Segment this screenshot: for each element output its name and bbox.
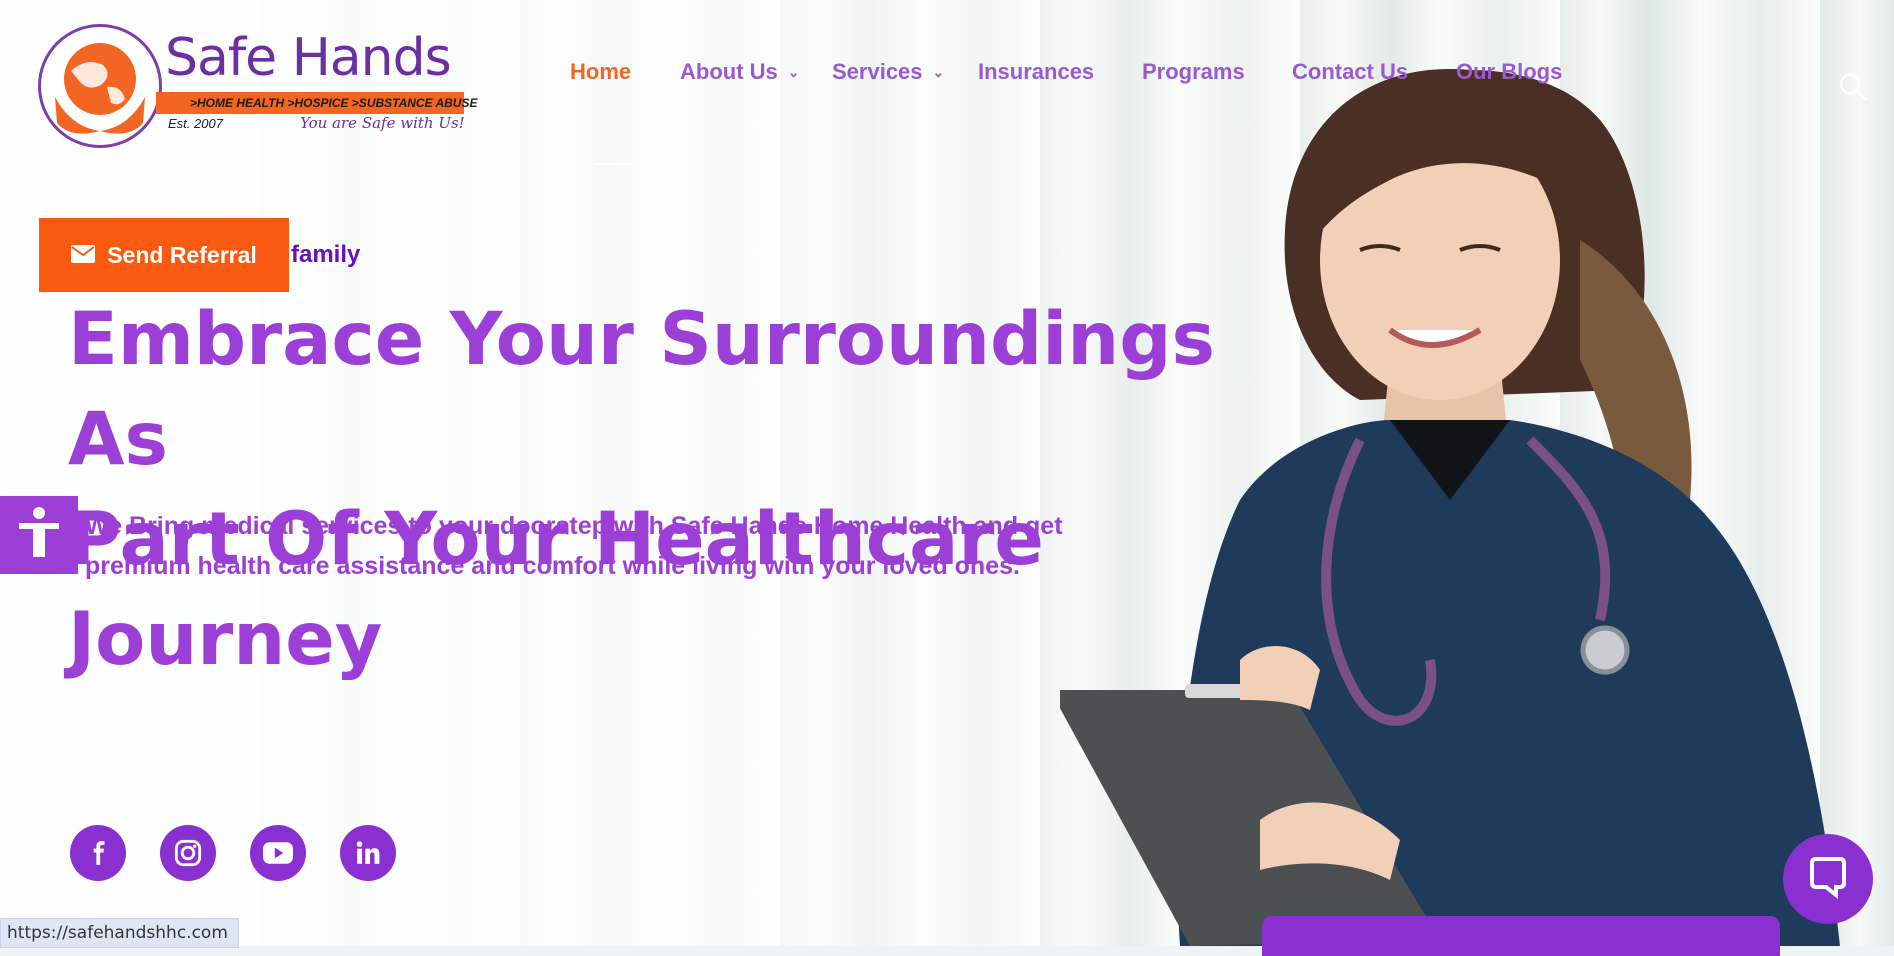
chat-bubble-icon (1806, 855, 1850, 904)
send-referral-label: Send Referral (107, 241, 257, 268)
hero-subtext-line1: We Bring medical services to your doorst… (85, 512, 1063, 540)
nav-about-us-label: About Us (680, 59, 778, 84)
nav-home-label: Home (570, 59, 632, 84)
hero-subtext: We Bring medical services to your doorst… (85, 506, 1075, 586)
globe-hands-logo-icon (38, 24, 162, 148)
nav-contact-us[interactable]: Contact Us (1292, 59, 1408, 85)
linkedin-icon[interactable] (340, 825, 396, 881)
social-links (70, 825, 396, 881)
send-referral-button[interactable]: Send Referral (39, 218, 289, 292)
logo-established: Est. 2007 (168, 116, 223, 131)
nav-services-label: Services (832, 59, 923, 84)
nav-home[interactable]: Home (570, 59, 631, 85)
accessibility-button[interactable] (0, 496, 78, 574)
nav-our-blogs[interactable]: Our Blogs (1456, 59, 1562, 85)
chevron-down-icon: ⌄ (932, 63, 945, 80)
instagram-icon[interactable] (160, 825, 216, 881)
hero-headline-line1: Embrace Your Surroundings As (68, 297, 1215, 482)
nav-programs-label: Programs (1142, 59, 1245, 84)
logo-title: Safe Hands (165, 28, 452, 88)
nav-services[interactable]: Services ⌄ (832, 59, 944, 85)
chat-button[interactable] (1783, 834, 1873, 924)
envelope-icon (71, 242, 96, 269)
hero-eyebrow: family (291, 241, 361, 268)
nav-insurances[interactable]: Insurances (978, 59, 1094, 85)
nav-about-us[interactable]: About Us ⌄ (680, 59, 800, 85)
logo-tagline: You are Safe with Us! (300, 114, 465, 132)
accessibility-icon (17, 506, 61, 564)
hero-subtext-line2: premium health care assistance and comfo… (85, 552, 1020, 580)
nav-contact-us-label: Contact Us (1292, 59, 1409, 84)
status-bar-url: https://safehandshhc.com (0, 918, 239, 948)
search-icon[interactable] (1838, 72, 1868, 102)
nav-our-blogs-label: Our Blogs (1456, 59, 1563, 84)
hero-headline: Embrace Your Surroundings As Part Of You… (68, 290, 1298, 690)
facebook-icon[interactable] (70, 825, 126, 881)
logo-services-strip: >HOME HEALTH >HOSPICE >SUBSTANCE ABUSE (156, 92, 477, 114)
nav-programs[interactable]: Programs (1142, 59, 1245, 85)
nav-insurances-label: Insurances (978, 59, 1095, 84)
nav-active-indicator (594, 163, 634, 165)
chevron-down-icon: ⌄ (787, 63, 800, 80)
youtube-icon[interactable] (250, 825, 306, 881)
site-logo[interactable]: Safe Hands >HOME HEALTH >HOSPICE >SUBSTA… (38, 24, 477, 150)
bottom-purple-bar[interactable] (1262, 916, 1780, 956)
